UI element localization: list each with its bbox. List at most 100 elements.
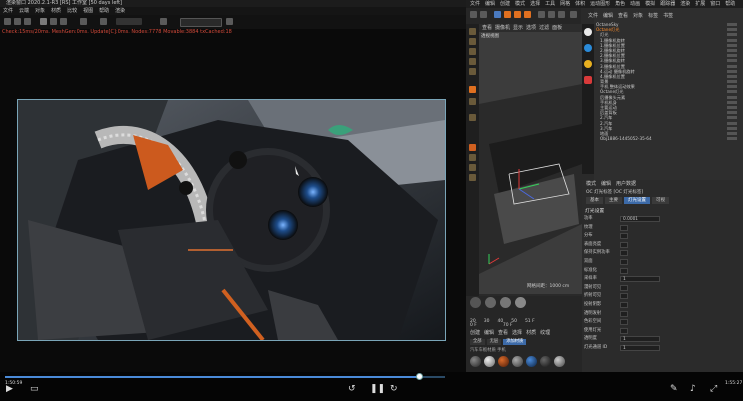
attribute-tab[interactable]: 基本 (586, 197, 603, 204)
workplane-icon[interactable] (469, 98, 476, 105)
material-swatch[interactable] (484, 356, 495, 367)
menu-item-render[interactable]: 渲染 (115, 7, 125, 15)
menu-item-compare[interactable]: 比较 (67, 7, 77, 15)
zoom-icon[interactable] (226, 18, 233, 25)
mat-menu-item[interactable]: 查看 (498, 330, 508, 337)
undo-icon[interactable] (470, 11, 477, 18)
c4d-menu-item[interactable]: 动画 (630, 0, 640, 8)
edit-icon[interactable]: ✎ (670, 385, 678, 394)
attribute-tab[interactable]: 可视 (652, 197, 669, 204)
visibility-dots-icon[interactable] (727, 43, 737, 47)
c4d-menu-item[interactable]: 扩展 (695, 0, 705, 8)
viewport-menu-item[interactable]: 过滤 (539, 24, 549, 32)
attribute-field[interactable] (620, 302, 628, 308)
sculpt-icon[interactable] (469, 174, 476, 181)
visibility-dots-icon[interactable] (727, 121, 737, 125)
camera-object-icon[interactable] (584, 76, 592, 84)
object-menu-item[interactable]: 文件 (588, 12, 598, 20)
rotate-icon[interactable] (524, 11, 531, 18)
attribute-tab[interactable]: 灯光设置 (624, 197, 650, 204)
paint-icon[interactable] (469, 154, 476, 161)
attribute-field[interactable] (620, 327, 628, 334)
menu-item-object[interactable]: 对象 (35, 7, 45, 15)
material-swatch[interactable] (470, 356, 481, 367)
object-menu-item[interactable]: 标签 (648, 12, 658, 20)
visibility-dots-icon[interactable] (727, 38, 737, 42)
frame-next-icon[interactable] (515, 297, 526, 308)
point-mode-icon[interactable] (469, 48, 476, 55)
play-icon[interactable] (40, 18, 47, 25)
fullscreen-icon[interactable]: ⤢ (710, 385, 717, 394)
c4d-menu-item[interactable]: 角色 (615, 0, 625, 8)
attr-menu-item[interactable]: 模式 (586, 180, 596, 188)
c4d-perspective-viewport[interactable] (479, 24, 582, 294)
region-icon[interactable] (80, 18, 87, 25)
c4d-menu-item[interactable]: 网格 (560, 0, 570, 8)
menu-item-material[interactable]: 材质 (51, 7, 61, 15)
visibility-dots-icon[interactable] (727, 69, 737, 73)
viewport-menu-item[interactable]: 面板 (552, 24, 562, 32)
material-tab[interactable]: 无层 (486, 339, 502, 345)
pause-icon[interactable]: ❚❚ (370, 385, 385, 394)
solo-icon[interactable] (469, 114, 476, 121)
visibility-dots-icon[interactable] (727, 95, 737, 99)
mat-menu-item[interactable]: 创建 (470, 330, 480, 337)
c4d-menu-item[interactable]: 模式 (515, 0, 525, 8)
c4d-menu-item[interactable]: 跟踪器 (660, 0, 675, 8)
material-swatch[interactable] (498, 356, 509, 367)
attribute-field[interactable] (620, 310, 628, 317)
visibility-dots-icon[interactable] (727, 59, 737, 63)
attribute-field[interactable] (620, 267, 628, 274)
render-mode-select[interactable] (180, 18, 222, 27)
attribute-field[interactable] (620, 284, 628, 291)
menu-item-help[interactable]: 帮助 (99, 7, 109, 15)
attr-menu-item[interactable]: 用户数据 (616, 180, 636, 188)
visibility-dots-icon[interactable] (727, 23, 737, 26)
mat-menu-item[interactable]: 材质 (526, 330, 536, 337)
move-icon[interactable] (504, 11, 511, 18)
attribute-field[interactable]: 1 (620, 276, 660, 283)
visibility-dots-icon[interactable] (727, 90, 737, 94)
c4d-menu-item[interactable]: 创建 (500, 0, 510, 8)
material-swatch[interactable] (512, 356, 523, 367)
poly-mode-icon[interactable] (469, 68, 476, 75)
subtitle-icon[interactable]: ▭ (30, 385, 39, 394)
light-tool-icon[interactable] (469, 144, 476, 151)
object-menu-item[interactable]: 查看 (618, 12, 628, 20)
attribute-field[interactable] (620, 293, 628, 300)
camera-icon[interactable] (100, 18, 107, 25)
lock-icon[interactable] (60, 18, 67, 25)
sky-icon[interactable] (584, 28, 592, 36)
material-tab[interactable]: 添加材质 (503, 339, 527, 345)
c4d-menu-item[interactable]: 选择 (530, 0, 540, 8)
attribute-field[interactable] (620, 319, 628, 326)
visibility-dots-icon[interactable] (727, 33, 737, 37)
scale-icon[interactable] (514, 11, 521, 18)
min-frame[interactable]: 0 F (470, 323, 477, 329)
c4d-menu-item[interactable]: 编辑 (485, 0, 495, 8)
viewport-menu-item[interactable]: 显示 (513, 24, 523, 32)
max-frame[interactable]: 70 F (503, 323, 513, 329)
axis-z-icon[interactable] (558, 11, 565, 18)
attribute-field[interactable]: 1 (620, 336, 660, 343)
c4d-menu-item[interactable]: 窗口 (710, 0, 720, 8)
visibility-dots-icon[interactable] (727, 126, 737, 130)
snap-icon[interactable] (469, 86, 476, 93)
c4d-menu-item[interactable]: 工具 (545, 0, 555, 8)
attribute-field[interactable] (620, 224, 628, 231)
redo-icon[interactable] (480, 11, 487, 18)
select-icon[interactable] (494, 11, 501, 18)
axis-x-icon[interactable] (538, 11, 545, 18)
visibility-dots-icon[interactable] (727, 111, 737, 115)
menu-item-cloud[interactable]: 云端 (19, 7, 29, 15)
texture-mode-icon[interactable] (469, 38, 476, 45)
object-row[interactable]: Obj1886-1445052-35-64 (594, 136, 743, 141)
material-swatch[interactable] (554, 356, 565, 367)
c4d-menu-item[interactable]: 运动图形 (590, 0, 610, 8)
channel-select[interactable] (116, 18, 142, 25)
visibility-dots-icon[interactable] (727, 116, 737, 120)
visibility-dots-icon[interactable] (727, 54, 737, 58)
object-menu-item[interactable]: 编辑 (603, 12, 613, 20)
axis-y-icon[interactable] (548, 11, 555, 18)
folder-icon[interactable] (14, 18, 21, 25)
